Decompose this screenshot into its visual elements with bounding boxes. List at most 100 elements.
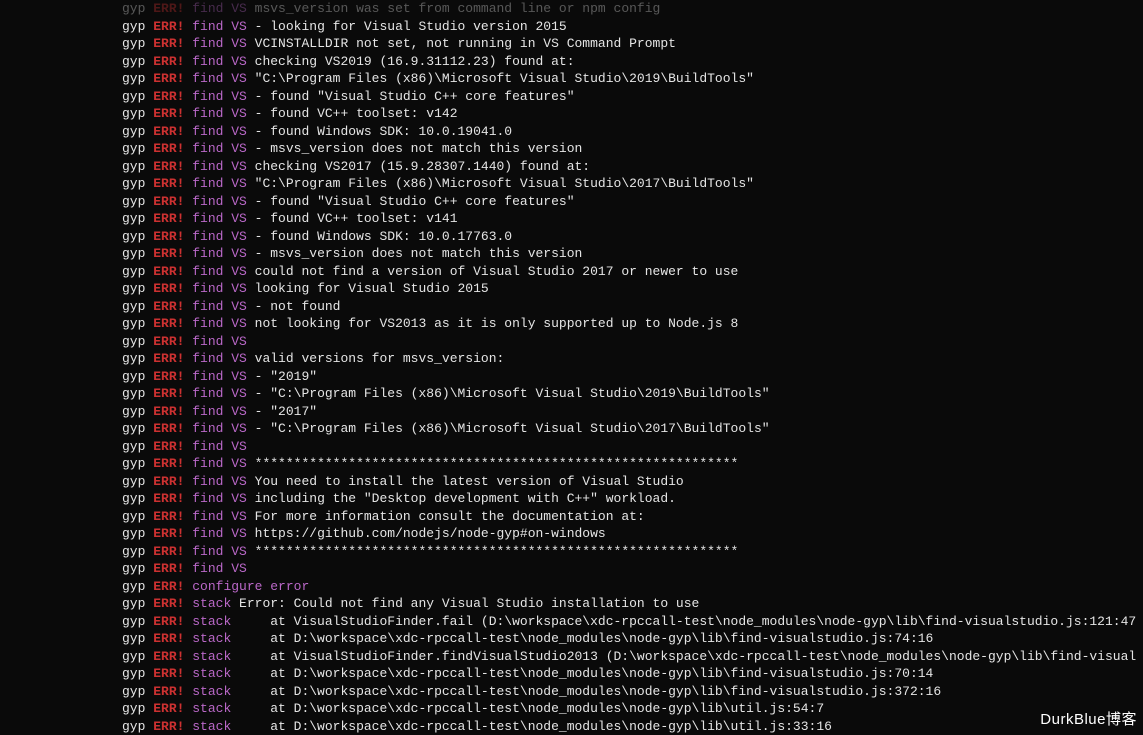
log-err-label: ERR! bbox=[153, 596, 192, 611]
log-err-label: ERR! bbox=[153, 404, 192, 419]
log-err-label: ERR! bbox=[153, 526, 192, 541]
log-err-label: ERR! bbox=[153, 159, 192, 174]
log-findvs-label: find VS bbox=[192, 194, 254, 209]
log-prefix-gyp: gyp bbox=[122, 649, 153, 664]
log-findvs-label: find VS bbox=[192, 106, 254, 121]
log-findvs-label: find VS bbox=[192, 159, 254, 174]
log-err-label: ERR! bbox=[153, 456, 192, 471]
log-err-label: ERR! bbox=[153, 211, 192, 226]
log-message: at D:\workspace\xdc-rpccall-test\node_mo… bbox=[239, 684, 941, 699]
log-line: gyp ERR! find VS - found Windows SDK: 10… bbox=[122, 228, 1143, 246]
log-findvs-label: find VS bbox=[192, 474, 254, 489]
log-prefix-gyp: gyp bbox=[122, 631, 153, 646]
log-err-label: ERR! bbox=[153, 106, 192, 121]
log-message: Error: Could not find any Visual Studio … bbox=[239, 596, 699, 611]
log-findvs-label: find VS bbox=[192, 246, 254, 261]
log-line: gyp ERR! find VS https://github.com/node… bbox=[122, 525, 1143, 543]
log-line: gyp ERR! stack at D:\workspace\xdc-rpcca… bbox=[122, 718, 1143, 735]
log-prefix-gyp: gyp bbox=[122, 614, 153, 629]
log-prefix-gyp: gyp bbox=[122, 579, 153, 594]
log-message: ****************************************… bbox=[255, 544, 739, 559]
log-prefix-gyp: gyp bbox=[122, 596, 153, 611]
log-message: - "2019" bbox=[255, 369, 317, 384]
log-findvs-label: find VS bbox=[192, 19, 254, 34]
log-prefix-gyp: gyp bbox=[122, 719, 153, 734]
log-message: could not find a version of Visual Studi… bbox=[255, 264, 739, 279]
log-findvs-label: find VS bbox=[192, 439, 254, 454]
log-message: You need to install the latest version o… bbox=[255, 474, 684, 489]
log-message: - msvs_version does not match this versi… bbox=[255, 141, 583, 156]
log-message: at D:\workspace\xdc-rpccall-test\node_mo… bbox=[239, 701, 824, 716]
log-message: at VisualStudioFinder.findVisualStudio20… bbox=[239, 649, 1136, 664]
log-line: gyp ERR! find VS - "2017" bbox=[122, 403, 1143, 421]
log-err-label: ERR! bbox=[153, 421, 192, 436]
log-prefix-gyp: gyp bbox=[122, 351, 153, 366]
log-line: gyp ERR! find VS looking for Visual Stud… bbox=[122, 280, 1143, 298]
log-line: gyp ERR! find VS - found "Visual Studio … bbox=[122, 193, 1143, 211]
log-prefix-gyp: gyp bbox=[122, 666, 153, 681]
log-line: gyp ERR! stack at D:\workspace\xdc-rpcca… bbox=[122, 683, 1143, 701]
log-line: gyp ERR! find VS - found "Visual Studio … bbox=[122, 88, 1143, 106]
log-line: gyp ERR! find VS - found VC++ toolset: v… bbox=[122, 105, 1143, 123]
log-prefix-gyp: gyp bbox=[122, 386, 153, 401]
log-err-label: ERR! bbox=[153, 176, 192, 191]
log-prefix-gyp: gyp bbox=[122, 544, 153, 559]
log-err-label: ERR! bbox=[153, 579, 192, 594]
log-findvs-label: find VS bbox=[192, 561, 254, 576]
log-message: "C:\Program Files (x86)\Microsoft Visual… bbox=[255, 71, 754, 86]
log-prefix-gyp: gyp bbox=[122, 106, 153, 121]
log-message: - found VC++ toolset: v142 bbox=[255, 106, 458, 121]
log-line: gyp ERR! find VS ***********************… bbox=[122, 543, 1143, 561]
log-err-label: ERR! bbox=[153, 719, 192, 734]
log-findvs-label: find VS bbox=[192, 351, 254, 366]
log-line: gyp ERR! find VS could not find a versio… bbox=[122, 263, 1143, 281]
log-message: "C:\Program Files (x86)\Microsoft Visual… bbox=[255, 176, 754, 191]
log-err-label: ERR! bbox=[153, 509, 192, 524]
log-findvs-label: find VS bbox=[192, 176, 254, 191]
log-err-label: ERR! bbox=[153, 71, 192, 86]
log-prefix-gyp: gyp bbox=[122, 509, 153, 524]
log-line: gyp ERR! find VS "C:\Program Files (x86)… bbox=[122, 70, 1143, 88]
log-stack-label: stack bbox=[192, 684, 239, 699]
log-line: gyp ERR! find VS - found VC++ toolset: v… bbox=[122, 210, 1143, 228]
log-prefix-gyp: gyp bbox=[122, 159, 153, 174]
log-err-label: ERR! bbox=[153, 544, 192, 559]
terminal-output: gyp ERR! find VS msvs_version was set fr… bbox=[0, 0, 1143, 735]
log-err-label: ERR! bbox=[153, 19, 192, 34]
log-err-label: ERR! bbox=[153, 246, 192, 261]
log-message: - found Windows SDK: 10.0.19041.0 bbox=[255, 124, 512, 139]
log-message: at D:\workspace\xdc-rpccall-test\node_mo… bbox=[239, 666, 933, 681]
log-message: valid versions for msvs_version: bbox=[255, 351, 505, 366]
log-message: including the "Desktop development with … bbox=[255, 491, 676, 506]
log-line: gyp ERR! find VS - found Windows SDK: 10… bbox=[122, 123, 1143, 141]
log-findvs-label: find VS bbox=[192, 386, 254, 401]
log-findvs-label: find VS bbox=[192, 316, 254, 331]
log-line: gyp ERR! find VS - not found bbox=[122, 298, 1143, 316]
log-prefix-gyp: gyp bbox=[122, 176, 153, 191]
log-err-label: ERR! bbox=[153, 491, 192, 506]
log-line: gyp ERR! stack Error: Could not find any… bbox=[122, 595, 1143, 613]
log-prefix-gyp: gyp bbox=[122, 421, 153, 436]
log-prefix-gyp: gyp bbox=[122, 456, 153, 471]
log-prefix-gyp: gyp bbox=[122, 246, 153, 261]
log-message: checking VS2019 (16.9.31112.23) found at… bbox=[255, 54, 575, 69]
log-prefix-gyp: gyp bbox=[122, 474, 153, 489]
log-message: - found Windows SDK: 10.0.17763.0 bbox=[255, 229, 512, 244]
log-message: - "C:\Program Files (x86)\Microsoft Visu… bbox=[255, 421, 770, 436]
log-findvs-label: find VS bbox=[192, 456, 254, 471]
log-line: gyp ERR! find VS VCINSTALLDIR not set, n… bbox=[122, 35, 1143, 53]
log-findvs-label: find VS bbox=[192, 71, 254, 86]
log-message: not looking for VS2013 as it is only sup… bbox=[255, 316, 739, 331]
log-err-label: ERR! bbox=[153, 299, 192, 314]
log-line: gyp ERR! find VS You need to install the… bbox=[122, 473, 1143, 491]
log-line: gyp ERR! configure error bbox=[122, 578, 1143, 596]
log-line: gyp ERR! find VS "C:\Program Files (x86)… bbox=[122, 175, 1143, 193]
log-prefix-gyp: gyp bbox=[122, 141, 153, 156]
log-line: gyp ERR! find VS checking VS2019 (16.9.3… bbox=[122, 53, 1143, 71]
log-findvs-label: find VS bbox=[192, 141, 254, 156]
log-stack-label: stack bbox=[192, 649, 239, 664]
log-err-label: ERR! bbox=[153, 386, 192, 401]
log-findvs-label: find VS bbox=[192, 229, 254, 244]
log-message: msvs_version was set from command line o… bbox=[255, 1, 661, 16]
log-stack-label: stack bbox=[192, 701, 239, 716]
